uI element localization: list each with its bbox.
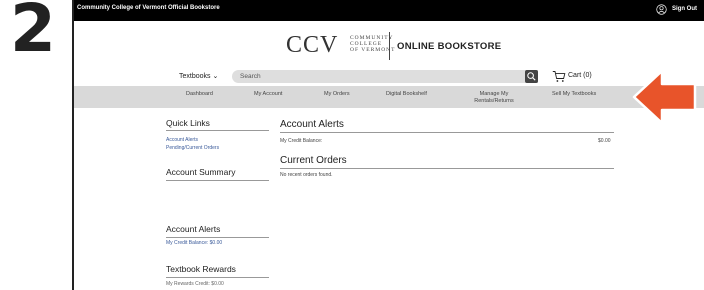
account-summary-title: Account Summary [166,167,236,177]
textbooks-label: Textbooks [179,73,211,80]
sidebar-divider [166,180,269,181]
cart-icon[interactable] [552,70,566,83]
store-name: Community College of Vermont Official Bo… [77,5,220,11]
section-divider [280,168,614,169]
quick-links-title: Quick Links [166,118,210,128]
logo-divider [389,32,390,60]
search-placeholder: Search [240,73,261,80]
callout-arrow-icon [632,69,697,125]
sidebar-divider [166,130,269,131]
cart-label[interactable]: Cart (0) [568,72,592,79]
logo-ccv: CCV [286,32,339,58]
section-divider [280,132,614,133]
account-nav-bar: Dashboard My Account My Orders Digital B… [74,86,704,108]
credit-balance-label: My Credit Balance: [280,138,323,144]
account-alerts-heading: Account Alerts [280,119,344,130]
sign-out-link[interactable]: Sign Out [672,6,697,12]
current-orders-heading: Current Orders [280,155,347,166]
quick-link-pending-orders[interactable]: Pending/Current Orders [166,145,219,151]
nav-digital-bookshelf[interactable]: Digital Bookshelf [386,91,427,98]
quick-link-account-alerts[interactable]: Account Alerts [166,137,198,143]
search-row: Textbooks ⌄ Search Cart (0) [74,68,704,86]
site-title: ONLINE BOOKSTORE [397,41,502,52]
chevron-down-icon: ⌄ [212,73,219,80]
nav-my-orders[interactable]: My Orders [324,91,350,98]
nav-manage-rentals[interactable]: Manage My Rentals/Returns [466,91,522,105]
textbook-rewards-title: Textbook Rewards [166,264,236,274]
sidebar-credit-balance[interactable]: My Credit Balance: $0.00 [166,240,222,246]
logo-college-name: COMMUNITY COLLEGE OF VERMONT [350,35,402,53]
sidebar-account-alerts-title: Account Alerts [166,224,221,234]
step-number: 2 [10,0,56,67]
browser-screenshot: Community College of Vermont Official Bo… [72,0,704,290]
site-logo[interactable]: CCV COMMUNITY COLLEGE OF VERMONT ONLINE … [282,32,502,62]
search-input[interactable]: Search [232,70,538,83]
search-button[interactable] [525,70,538,83]
textbooks-dropdown[interactable]: Textbooks ⌄ [179,72,218,80]
logo-line-3: OF VERMONT [350,47,396,53]
nav-sell-textbooks[interactable]: Sell My Textbooks [552,91,596,98]
nav-my-account[interactable]: My Account [254,91,282,98]
top-bar: Community College of Vermont Official Bo… [74,0,704,21]
credit-balance-value: $0.00 [598,138,611,144]
user-icon[interactable] [656,4,667,15]
nav-dashboard[interactable]: Dashboard [186,91,213,98]
no-orders-message: No recent orders found. [280,172,333,178]
sidebar-divider [166,237,269,238]
rewards-credit: My Rewards Credit: $0.00 [166,281,224,287]
sidebar-divider [166,277,269,278]
